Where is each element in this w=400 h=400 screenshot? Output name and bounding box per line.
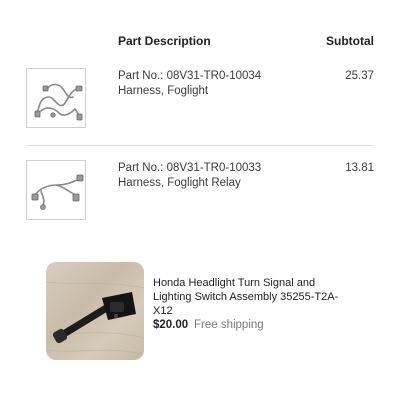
listing-price: $20.00 bbox=[153, 319, 189, 331]
part-number: Part No.: 08V31-TR0-10034 bbox=[118, 70, 262, 82]
wiring-harness-icon[interactable] bbox=[26, 160, 86, 220]
part-name: Harness, Foglight bbox=[118, 85, 209, 97]
listing-title[interactable]: Honda Headlight Turn Signal and Lighting… bbox=[153, 276, 353, 318]
part-number: Part No.: 08V31-TR0-10033 bbox=[118, 162, 262, 174]
subtotal-header: Subtotal bbox=[326, 34, 374, 48]
turn-signal-switch-photo[interactable] bbox=[46, 262, 144, 360]
table-row: Part No.: 08V31-TR0-10034 Harness, Fogli… bbox=[0, 68, 400, 134]
shipping-info: Free shipping bbox=[194, 319, 264, 331]
table-row: Part No.: 08V31-TR0-10033 Harness, Fogli… bbox=[0, 160, 400, 226]
row-subtotal: 13.81 bbox=[345, 162, 374, 174]
part-description-header: Part Description bbox=[118, 34, 211, 48]
product-listing-card[interactable]: Honda Headlight Turn Signal and Lighting… bbox=[46, 262, 356, 360]
wiring-harness-icon[interactable] bbox=[26, 68, 86, 128]
row-divider bbox=[26, 145, 374, 146]
table-header: Part Description Subtotal bbox=[0, 34, 400, 52]
part-name: Harness, Foglight Relay bbox=[118, 177, 241, 189]
row-subtotal: 25.37 bbox=[345, 70, 374, 82]
